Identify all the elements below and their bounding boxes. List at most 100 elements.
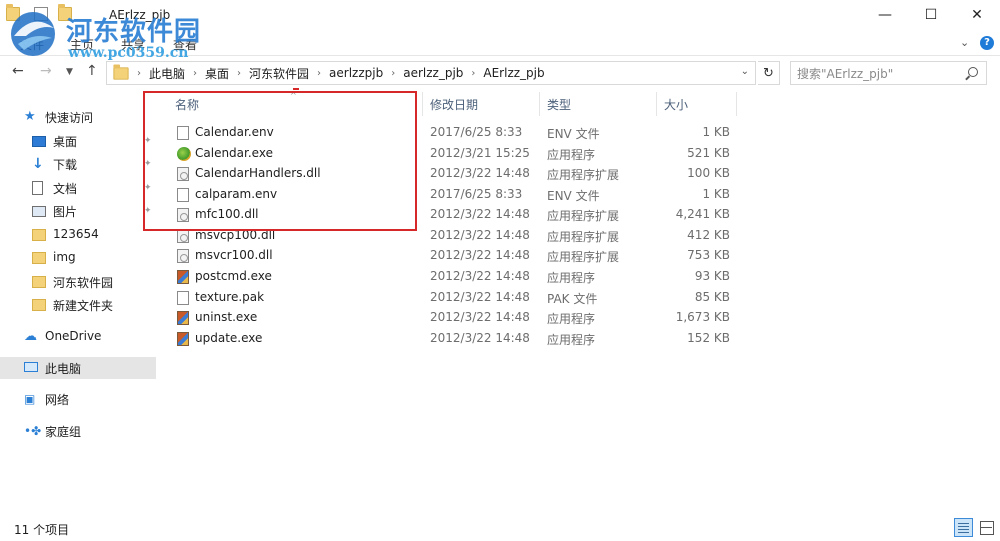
search-icon <box>968 67 978 77</box>
file-size: 85 KB <box>694 290 730 304</box>
download-icon: ↓ <box>32 156 44 172</box>
installer-exe-icon <box>177 270 189 284</box>
breadcrumb-chevron-icon[interactable]: › <box>237 68 241 79</box>
file-type: 应用程序 <box>547 271 596 285</box>
star-icon: ★ <box>24 109 36 124</box>
column-header-size[interactable]: 大小 <box>664 96 688 113</box>
breadcrumb-chevron-icon[interactable]: › <box>193 68 197 79</box>
address-dropdown-chevron-icon[interactable]: ⌄ <box>741 66 749 77</box>
sidebar-item-onedrive[interactable]: ☁ OneDrive <box>0 326 156 348</box>
file-date: 2012/3/22 14:48 <box>430 166 530 180</box>
column-divider[interactable] <box>656 92 657 116</box>
address-bar[interactable]: › 此电脑 › 桌面 › 河东软件园 › aerlzzpjb › aerlzz_… <box>106 61 756 85</box>
file-date: 2012/3/22 14:48 <box>430 207 530 221</box>
folder-icon <box>32 252 46 264</box>
folder-icon <box>113 63 129 80</box>
expand-ribbon-chevron-icon[interactable]: ⌄ <box>960 36 969 49</box>
forward-arrow-icon[interactable]: → <box>40 63 52 79</box>
breadcrumb-hedong[interactable]: 河东软件园 <box>249 65 309 82</box>
sidebar-item-label: 网络 <box>45 393 70 407</box>
file-size: 753 KB <box>687 248 730 262</box>
file-row[interactable]: postcmd.exe 2012/3/22 14:48 应用程序 93 KB <box>167 267 747 287</box>
recent-locations-chevron-icon[interactable]: ▼ <box>66 67 73 77</box>
column-header-date[interactable]: 修改日期 <box>430 96 478 113</box>
documents-icon <box>32 181 43 195</box>
details-view-icon[interactable] <box>954 518 973 537</box>
sidebar-item-desktop[interactable]: 桌面 ✦ <box>0 130 156 152</box>
breadcrumb-aerlzz-pjb[interactable]: aerlzz_pjb <box>403 66 463 80</box>
search-placeholder: 搜索"AErlzz_pjb" <box>797 66 894 81</box>
column-divider[interactable] <box>539 92 540 116</box>
breadcrumb-aerlzzpjb[interactable]: aerlzzpjb <box>329 66 383 80</box>
maximize-button[interactable]: ☐ <box>908 0 954 30</box>
file-size: 93 KB <box>694 269 730 283</box>
sidebar-item-label: 文档 <box>53 182 78 196</box>
sidebar-item-network[interactable]: ▣ 网络 <box>0 388 156 410</box>
file-row[interactable]: texture.pak 2012/3/22 14:48 PAK 文件 85 KB <box>167 288 747 308</box>
sidebar-item-label: 下载 <box>53 158 78 172</box>
file-row[interactable]: update.exe 2012/3/22 14:48 应用程序 152 KB <box>167 329 747 349</box>
breadcrumb-current[interactable]: AErlzz_pjb <box>483 66 544 80</box>
sidebar-item-quick-access[interactable]: ★ 快速访问 <box>0 106 156 128</box>
sidebar-item-label: 河东软件园 <box>53 276 114 290</box>
sidebar-item-img[interactable]: img <box>0 247 156 269</box>
file-size: 4,241 KB <box>675 207 730 221</box>
large-icons-view-icon[interactable] <box>977 518 996 537</box>
file-date: 2017/6/25 8:33 <box>430 125 523 139</box>
dll-file-icon <box>177 249 189 263</box>
sidebar-item-this-pc[interactable]: 此电脑 <box>0 357 156 379</box>
file-name: texture.pak <box>195 290 265 304</box>
file-date: 2017/6/25 8:33 <box>430 187 523 201</box>
file-date: 2012/3/22 14:48 <box>430 248 530 262</box>
column-divider[interactable] <box>422 92 423 116</box>
sidebar-item-hedong[interactable]: 河东软件园 <box>0 271 156 293</box>
close-button[interactable]: ✕ <box>954 0 1000 30</box>
breadcrumb-this-pc[interactable]: 此电脑 <box>149 65 185 82</box>
file-size: 1,673 KB <box>675 310 730 324</box>
sidebar-item-downloads[interactable]: ↓ 下载 ✦ <box>0 153 156 175</box>
file-type: 应用程序扩展 <box>547 230 620 244</box>
search-input[interactable]: 搜索"AErlzz_pjb" <box>790 61 987 85</box>
file-type: 应用程序 <box>547 148 596 162</box>
sidebar-item-pictures[interactable]: 图片 ✦ <box>0 200 156 222</box>
help-icon[interactable]: ? <box>980 36 994 50</box>
minimize-button[interactable]: — <box>862 0 908 30</box>
sidebar-item-documents[interactable]: 文档 ✦ <box>0 177 156 199</box>
file-row[interactable]: msvcr100.dll 2012/3/22 14:48 应用程序扩展 753 … <box>167 246 747 266</box>
folder-icon <box>32 299 46 311</box>
file-date: 2012/3/22 14:48 <box>430 331 530 345</box>
sidebar-item-label: 此电脑 <box>45 362 82 376</box>
file-row[interactable]: uninst.exe 2012/3/22 14:48 应用程序 1,673 KB <box>167 308 747 328</box>
file-size: 100 KB <box>687 166 730 180</box>
file-size: 521 KB <box>687 146 730 160</box>
breadcrumb-chevron-icon[interactable]: › <box>317 68 321 79</box>
refresh-button[interactable]: ↻ <box>758 61 780 85</box>
back-arrow-icon[interactable]: ← <box>12 63 24 79</box>
file-name: msvcr100.dll <box>195 248 273 262</box>
file-type: ENV 文件 <box>547 189 600 203</box>
desktop-icon <box>32 136 46 147</box>
sidebar-item-label: 桌面 <box>53 135 78 149</box>
sidebar-item-new-folder[interactable]: 新建文件夹 <box>0 294 156 316</box>
sidebar-item-label: 快速访问 <box>45 111 94 125</box>
sidebar-item-label: 123654 <box>53 227 99 241</box>
breadcrumb-chevron-icon[interactable]: › <box>137 68 141 79</box>
text-file-icon <box>177 291 189 305</box>
homegroup-icon: •✤ <box>24 424 42 438</box>
breadcrumb-chevron-icon[interactable]: › <box>471 68 475 79</box>
watermark-logo-icon <box>11 12 55 56</box>
file-date: 2012/3/22 14:48 <box>430 290 530 304</box>
column-header-type[interactable]: 类型 <box>547 96 571 113</box>
file-date: 2012/3/22 14:48 <box>430 228 530 242</box>
file-type: 应用程序扩展 <box>547 250 620 264</box>
status-item-count: 11 个项目 <box>14 523 70 537</box>
breadcrumb-desktop[interactable]: 桌面 <box>205 65 229 82</box>
column-divider[interactable] <box>736 92 737 116</box>
breadcrumb-chevron-icon[interactable]: › <box>391 68 395 79</box>
sidebar-item-homegroup[interactable]: •✤ 家庭组 <box>0 420 156 442</box>
sidebar-item-123654[interactable]: 123654 <box>0 224 156 246</box>
file-size: 1 KB <box>702 187 730 201</box>
sidebar-item-label: 图片 <box>53 205 78 219</box>
file-type: 应用程序扩展 <box>547 168 620 182</box>
up-arrow-icon[interactable]: ↑ <box>86 63 98 79</box>
